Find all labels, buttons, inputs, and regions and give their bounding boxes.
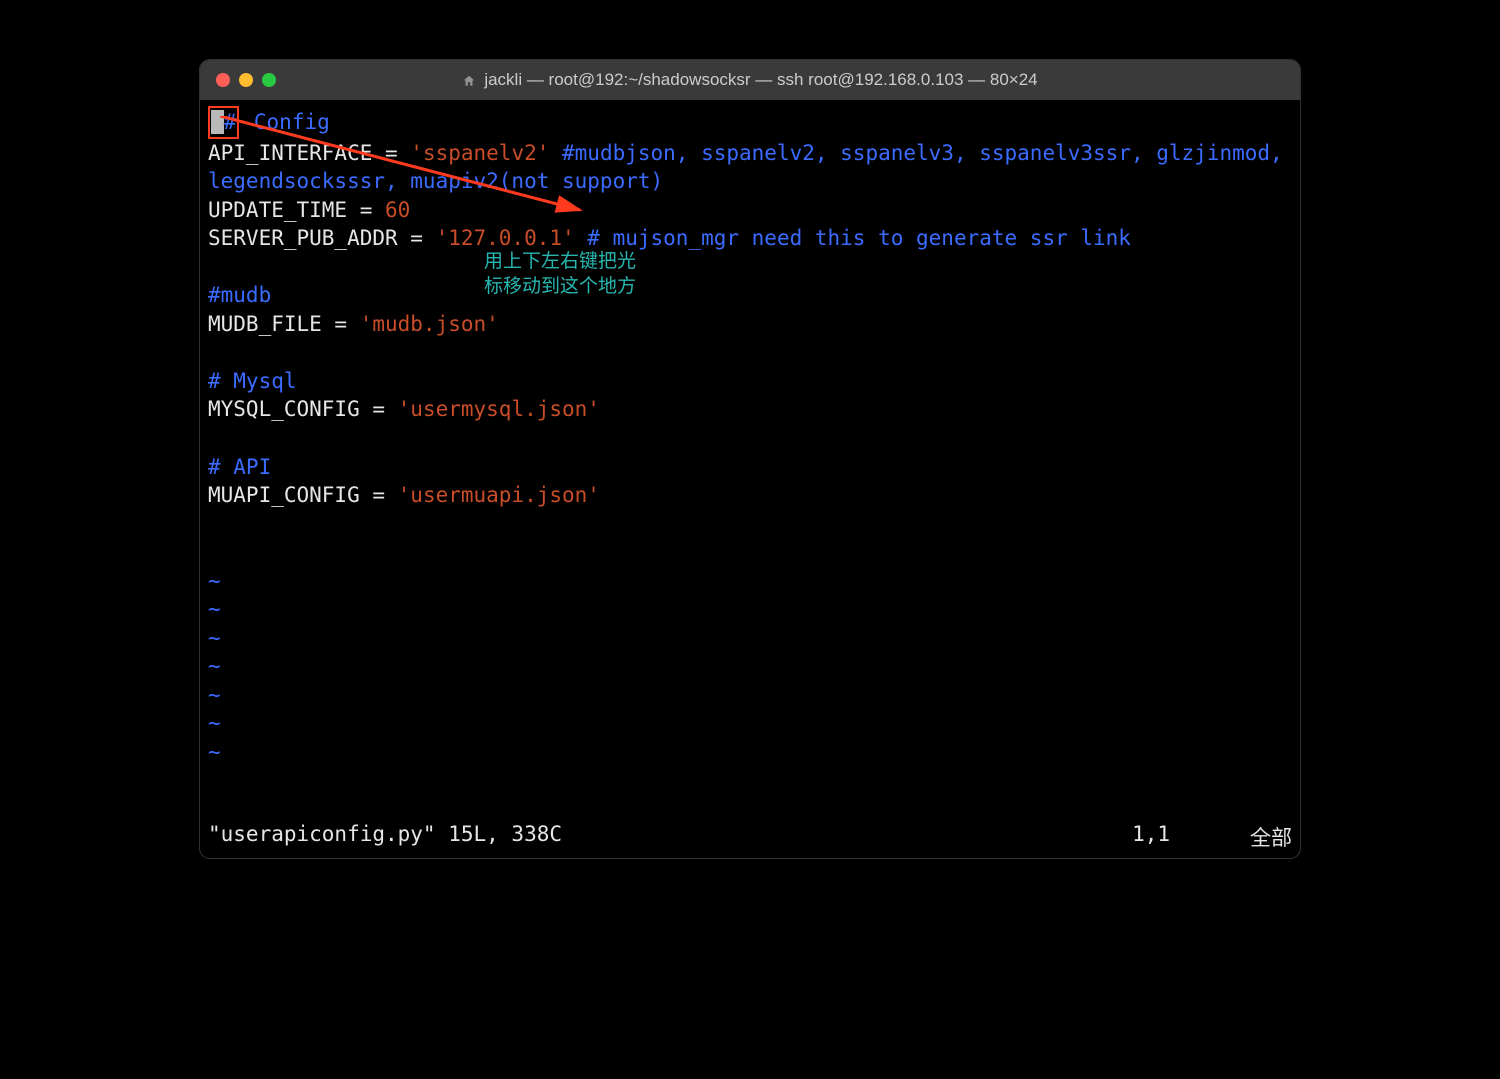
vim-tilde: ~	[208, 683, 221, 707]
code-update-key: UPDATE_TIME =	[208, 198, 385, 222]
status-cursor-pos: 1,1	[1132, 822, 1170, 852]
comment-mysql: # Mysql	[208, 369, 297, 393]
code-muapi-key: MUAPI_CONFIG =	[208, 483, 398, 507]
comment-api: # API	[208, 455, 271, 479]
comment-config: Config	[241, 110, 330, 134]
cursor-highlight-box: #	[208, 106, 239, 139]
code-mudb-val: 'mudb.json'	[360, 312, 499, 336]
code-mysql-val: 'usermysql.json'	[398, 397, 600, 421]
status-file: "userapiconfig.py" 15L, 338C	[208, 822, 562, 852]
code-api-key: API_INTERFACE =	[208, 141, 410, 165]
status-scroll: 全部	[1250, 822, 1292, 852]
maximize-icon[interactable]	[262, 73, 276, 87]
editor-content[interactable]: # Config API_INTERFACE = 'sspanelv2' #mu…	[208, 106, 1292, 767]
vim-tilde: ~	[208, 597, 221, 621]
cursor-icon	[211, 110, 224, 134]
minimize-icon[interactable]	[239, 73, 253, 87]
comment-mudb: #mudb	[208, 283, 271, 307]
vim-tilde: ~	[208, 626, 221, 650]
code-mysql-key: MYSQL_CONFIG =	[208, 397, 398, 421]
terminal-body[interactable]: # Config API_INTERFACE = 'sspanelv2' #mu…	[200, 100, 1300, 820]
vim-status-line: "userapiconfig.py" 15L, 338C 1,1 全部	[200, 820, 1300, 858]
window-title-text: jackli — root@192:~/shadowsocksr — ssh r…	[484, 70, 1037, 90]
comment-hash: #	[224, 110, 237, 134]
vim-tilde: ~	[208, 711, 221, 735]
code-api-val: 'sspanelv2'	[410, 141, 549, 165]
vim-tilde: ~	[208, 654, 221, 678]
code-update-val: 60	[385, 198, 410, 222]
window-titlebar: jackli — root@192:~/shadowsocksr — ssh r…	[200, 60, 1300, 100]
window-title: jackli — root@192:~/shadowsocksr — ssh r…	[200, 70, 1300, 90]
close-icon[interactable]	[216, 73, 230, 87]
home-icon	[462, 73, 476, 87]
vim-tilde: ~	[208, 569, 221, 593]
code-server-comment: # mujson_mgr need this to generate ssr l…	[575, 226, 1131, 250]
code-server-key: SERVER_PUB_ADDR =	[208, 226, 436, 250]
code-mudb-key: MUDB_FILE =	[208, 312, 360, 336]
terminal-window: jackli — root@192:~/shadowsocksr — ssh r…	[200, 60, 1300, 858]
vim-tilde: ~	[208, 740, 221, 764]
code-server-val: '127.0.0.1'	[436, 226, 575, 250]
code-muapi-val: 'usermuapi.json'	[398, 483, 600, 507]
